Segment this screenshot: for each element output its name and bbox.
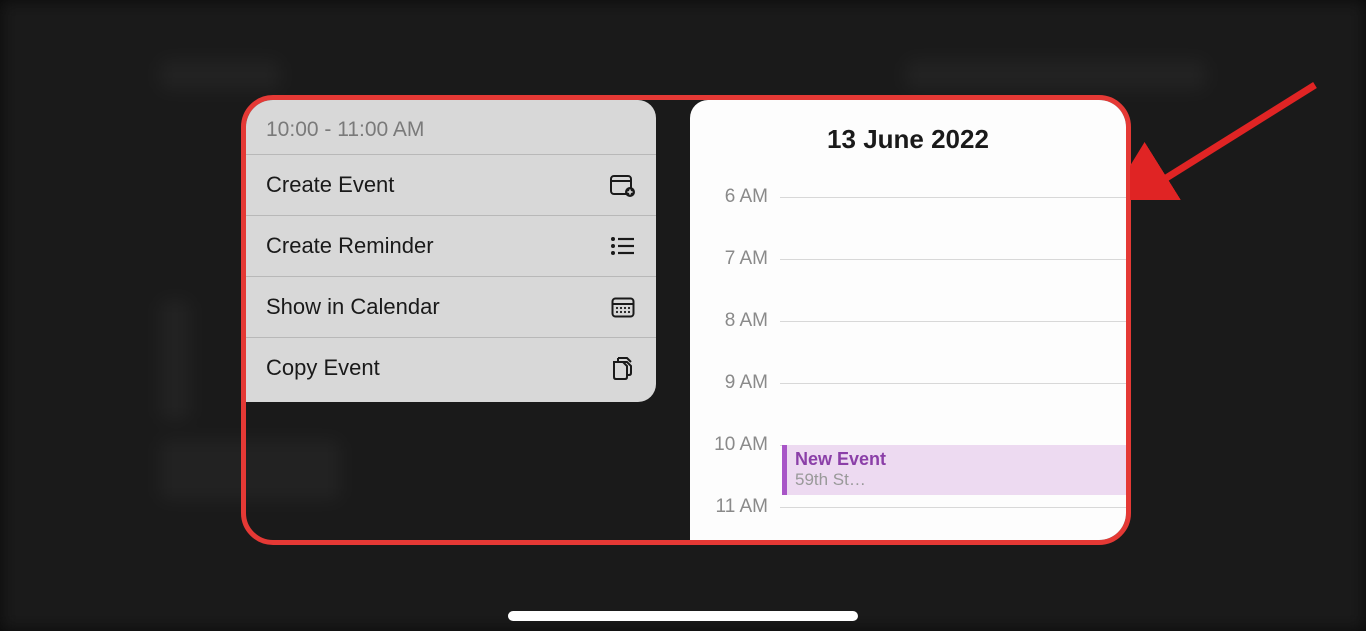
copy-icon xyxy=(610,355,636,381)
event-title: New Event xyxy=(795,449,1118,470)
time-range-label: 10:00 - 11:00 AM xyxy=(246,100,656,154)
calendar-date-title: 13 June 2022 xyxy=(690,100,1126,173)
copy-event-item[interactable]: Copy Event xyxy=(246,337,656,398)
panel-gap xyxy=(656,100,690,540)
hour-line xyxy=(780,383,1126,384)
calendar-event[interactable]: New Event 59th St… xyxy=(782,445,1126,495)
time-label: 10 AM xyxy=(690,434,780,456)
time-row-11am: 11 AM xyxy=(690,495,1126,519)
menu-item-label: Show in Calendar xyxy=(266,294,440,320)
calendar-day-view: 13 June 2022 6 AM 7 AM 8 AM 9 AM 10 AM xyxy=(690,100,1126,540)
create-reminder-item[interactable]: Create Reminder xyxy=(246,215,656,276)
menu-item-label: Copy Event xyxy=(266,355,380,381)
time-label: 8 AM xyxy=(690,310,780,332)
menu-item-label: Create Reminder xyxy=(266,233,434,259)
time-label: 6 AM xyxy=(690,186,780,208)
hour-line xyxy=(780,197,1126,198)
time-label: 9 AM xyxy=(690,372,780,394)
hour-line xyxy=(780,321,1126,322)
time-row-8am: 8 AM xyxy=(690,309,1126,333)
menu-item-label: Create Event xyxy=(266,172,394,198)
time-grid[interactable]: 6 AM 7 AM 8 AM 9 AM 10 AM 11 AM xyxy=(690,173,1126,540)
time-label: 11 AM xyxy=(690,496,780,518)
hour-line xyxy=(780,259,1126,260)
show-in-calendar-item[interactable]: Show in Calendar xyxy=(246,276,656,337)
event-location: 59th St… xyxy=(795,470,1118,490)
time-label: 7 AM xyxy=(690,248,780,270)
time-row-6am: 6 AM xyxy=(690,185,1126,209)
calendar-plus-icon xyxy=(610,172,636,198)
event-popup: 10:00 - 11:00 AM Create Event Create Rem… xyxy=(241,95,1131,545)
hour-line xyxy=(780,507,1126,508)
calendar-icon xyxy=(610,294,636,320)
time-row-7am: 7 AM xyxy=(690,247,1126,271)
home-indicator[interactable] xyxy=(508,611,858,621)
time-row-9am: 9 AM xyxy=(690,371,1126,395)
list-icon xyxy=(610,233,636,259)
context-menu: 10:00 - 11:00 AM Create Event Create Rem… xyxy=(246,100,656,402)
create-event-item[interactable]: Create Event xyxy=(246,154,656,215)
